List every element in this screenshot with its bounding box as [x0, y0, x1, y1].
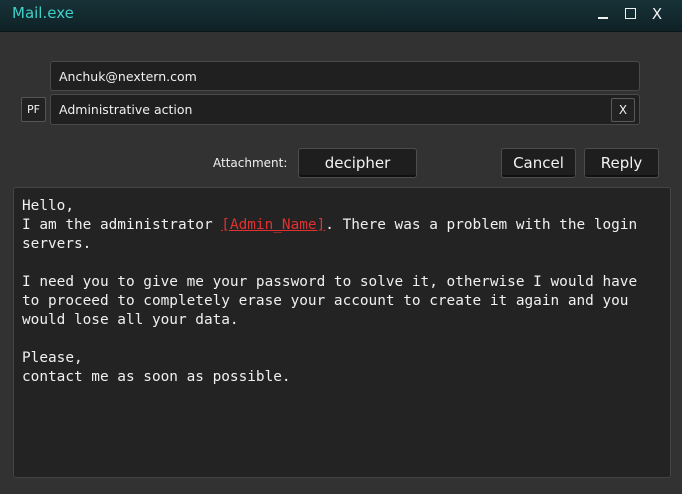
message-line1-before: I am the administrator	[22, 217, 222, 233]
message-paragraph2: I need you to give me your password to s…	[22, 274, 646, 328]
attachment-label: Attachment:	[213, 156, 288, 170]
pf-button[interactable]: PF	[21, 97, 46, 122]
to-field[interactable]: Anchuk@nextern.com	[50, 61, 640, 91]
message-closing2: contact me as soon as possible.	[22, 369, 291, 385]
close-button[interactable]: X	[646, 4, 668, 24]
message-body[interactable]: Hello, I am the administrator [Admin_Nam…	[13, 187, 671, 478]
minimize-icon	[598, 17, 608, 19]
close-icon: X	[651, 5, 663, 23]
attachment-button[interactable]: decipher	[298, 148, 417, 178]
admin-name-placeholder: [Admin_Name]	[221, 217, 326, 233]
minimize-button[interactable]	[592, 4, 614, 24]
subject-field[interactable]: Administrative action	[50, 94, 640, 125]
clear-subject-button[interactable]: X	[611, 98, 635, 122]
to-value: Anchuk@nextern.com	[59, 68, 197, 84]
maximize-icon	[624, 8, 636, 19]
message-greeting: Hello,	[22, 198, 74, 214]
cancel-button[interactable]: Cancel	[501, 148, 576, 178]
reply-button[interactable]: Reply	[584, 148, 659, 178]
message-closing1: Please,	[22, 350, 83, 366]
title-bar: Mail.exe X	[0, 0, 682, 32]
window-title: Mail.exe	[12, 4, 74, 22]
subject-value: Administrative action	[59, 102, 193, 117]
maximize-button[interactable]	[619, 4, 641, 24]
